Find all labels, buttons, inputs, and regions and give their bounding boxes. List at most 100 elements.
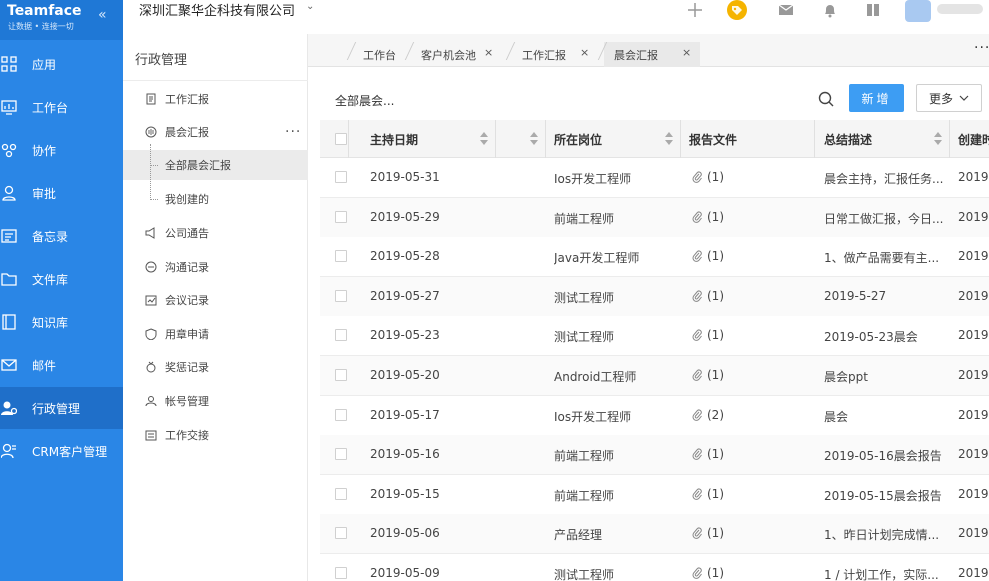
close-icon[interactable]: × <box>682 46 691 59</box>
close-icon[interactable]: × <box>484 46 493 59</box>
nav-item-apps[interactable]: 应用 <box>0 43 123 85</box>
row-checkbox[interactable] <box>335 329 347 342</box>
sort-icon[interactable] <box>665 132 673 146</box>
table-row[interactable]: 2019-05-17 Ios开发工程师 (2) 晨会 2019 <box>320 395 989 436</box>
table-row[interactable]: 2019-05-27 测试工程师 (1) 2019-5-27 2019 <box>320 276 989 317</box>
company-switcher[interactable]: 深圳汇聚华企科技有限公司 <box>139 0 295 19</box>
cell-files[interactable]: (2) <box>707 408 724 422</box>
new-button[interactable]: 新增 <box>849 84 904 112</box>
user-name[interactable] <box>937 4 983 14</box>
tab-4[interactable]: 晨会汇报 × <box>604 42 700 68</box>
nav-item-approval[interactable]: 审批 <box>0 172 123 214</box>
paperclip-icon[interactable] <box>692 211 702 223</box>
column-header-created[interactable]: 创建时 <box>958 120 989 158</box>
cell-created: 2019 <box>958 447 989 462</box>
cell-files[interactable]: (1) <box>707 210 724 224</box>
table-row[interactable]: 2019-05-20 Android工程师 (1) 晨会ppt 2019 <box>320 356 989 396</box>
paperclip-icon[interactable] <box>692 369 702 381</box>
table-row[interactable]: 2019-05-31 Ios开发工程师 (1) 晨会主持，汇报任务... 2019 <box>320 158 989 198</box>
table-row[interactable]: 2019-05-06 产品经理 (1) 1、昨日计划完成情... 2019 <box>320 514 989 555</box>
paperclip-icon[interactable] <box>692 290 702 302</box>
tab-3[interactable]: 工作汇报 × <box>512 42 598 68</box>
row-checkbox[interactable] <box>335 448 347 461</box>
row-checkbox[interactable] <box>335 250 347 263</box>
chevron-down-icon[interactable]: ⌄ <box>306 1 314 12</box>
nav-item-collaborate[interactable]: 协作 <box>0 129 123 171</box>
nav-item-book[interactable]: 知识库 <box>0 301 123 343</box>
cell-files[interactable]: (1) <box>707 487 724 501</box>
paperclip-icon[interactable] <box>692 171 702 183</box>
tab-2[interactable]: 客户机会池 × <box>411 42 502 68</box>
more-icon[interactable]: ··· <box>285 124 301 140</box>
paperclip-icon[interactable] <box>692 250 702 263</box>
submenu-item[interactable]: 晨会汇报 ··· <box>123 117 308 147</box>
cell-files[interactable]: (1) <box>707 249 724 263</box>
search-icon[interactable] <box>818 91 834 107</box>
submenu-item[interactable]: 会议记录 <box>123 285 308 315</box>
submenu-item[interactable]: 奖惩记录 <box>123 352 308 382</box>
cell-files[interactable]: (1) <box>707 368 724 382</box>
row-checkbox[interactable] <box>335 289 347 302</box>
submenu-item[interactable]: 用章申请 <box>123 319 308 349</box>
nav-item-folder[interactable]: 文件库 <box>0 258 123 300</box>
cell-files[interactable]: (1) <box>707 566 724 580</box>
nav-item-dashboard[interactable]: 工作台 <box>0 86 123 128</box>
paperclip-icon[interactable] <box>692 409 702 421</box>
table-row[interactable]: 2019-05-23 测试工程师 (1) 2019-05-23晨会 2019 <box>320 316 989 357</box>
close-icon[interactable]: × <box>580 46 589 59</box>
table-row[interactable]: 2019-05-29 前端工程师 (1) 日常工做汇报，今日... 2019 <box>320 197 989 238</box>
table-row[interactable]: 2019-05-15 前端工程师 (1) 2019-05-15晨会报告 2019 <box>320 474 989 515</box>
submenu-item[interactable]: 工作交接 <box>123 420 308 450</box>
submenu-item[interactable]: 工作汇报 <box>123 84 308 114</box>
column-header-summary[interactable]: 总结描述 <box>824 120 872 158</box>
row-checkbox[interactable] <box>335 487 347 500</box>
row-checkbox[interactable] <box>335 567 347 579</box>
cell-files[interactable]: (1) <box>707 328 724 342</box>
book-icon[interactable] <box>864 1 882 19</box>
row-checkbox[interactable] <box>335 171 347 183</box>
cell-files[interactable]: (1) <box>707 447 724 461</box>
row-checkbox[interactable] <box>335 369 347 381</box>
mail-icon[interactable] <box>777 1 795 19</box>
column-header-files[interactable]: 报告文件 <box>689 120 737 158</box>
tag-icon[interactable] <box>727 0 747 20</box>
cell-files[interactable]: (1) <box>707 289 724 303</box>
more-button[interactable]: 更多 <box>916 84 982 112</box>
nav-item-admin[interactable]: 行政管理 <box>0 387 123 429</box>
sort-icon[interactable] <box>934 132 942 146</box>
nav-item-memo[interactable]: 备忘录 <box>0 215 123 257</box>
submenu-item[interactable]: 沟通记录 <box>123 252 308 282</box>
table-row[interactable]: 2019-05-16 前端工程师 (1) 2019-05-16晨会报告 2019 <box>320 435 989 476</box>
table-row[interactable]: 2019-05-28 Java开发工程师 (1) 1、做产品需要有主... 2019 <box>320 237 989 278</box>
avatar[interactable] <box>905 0 931 22</box>
submenu-item[interactable]: 公司通告 <box>123 218 308 248</box>
nav-item-crm[interactable]: CRM客户管理 <box>0 430 123 472</box>
more-icon[interactable]: ··· <box>974 40 989 56</box>
sort-icon[interactable] <box>480 132 488 146</box>
paperclip-icon[interactable] <box>692 567 702 579</box>
cell-files[interactable]: (1) <box>707 170 724 184</box>
select-all-checkbox[interactable] <box>335 133 347 145</box>
paperclip-icon[interactable] <box>692 448 702 461</box>
paperclip-icon[interactable] <box>692 527 702 540</box>
cell-created: 2019 <box>958 566 989 580</box>
cell-files[interactable]: (1) <box>707 526 724 540</box>
nav-item-mail[interactable]: 邮件 <box>0 344 123 386</box>
submenu-item[interactable]: 帐号管理 <box>123 386 308 416</box>
row-checkbox[interactable] <box>335 408 347 421</box>
sort-icon[interactable] <box>530 132 538 146</box>
row-checkbox[interactable] <box>335 527 347 540</box>
collapse-icon[interactable]: « <box>98 7 107 23</box>
submenu-item-label: 工作汇报 <box>165 93 209 106</box>
nav-item-label: 行政管理 <box>32 401 81 416</box>
bell-icon[interactable] <box>821 1 839 19</box>
paperclip-icon[interactable] <box>692 329 702 342</box>
paperclip-icon[interactable] <box>692 488 702 500</box>
view-filter[interactable]: 全部晨会... <box>335 92 394 109</box>
column-header-position[interactable]: 所在岗位 <box>554 120 602 158</box>
plus-icon[interactable] <box>686 1 704 19</box>
column-header-date[interactable]: 主持日期 <box>370 120 418 158</box>
row-checkbox[interactable] <box>335 210 347 223</box>
table-row[interactable]: 2019-05-09 测试工程师 (1) 1 / 计划工作，实际... 2019 <box>320 554 989 581</box>
tab-1[interactable]: 工作台 <box>353 42 409 68</box>
